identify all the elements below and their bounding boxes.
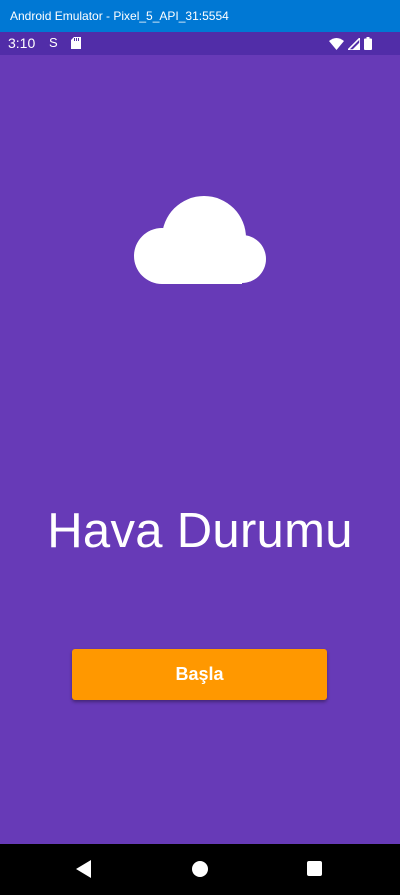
emulator-title-bar: Android Emulator - Pixel_5_API_31:5554 bbox=[0, 0, 400, 32]
window-title: Android Emulator - Pixel_5_API_31:5554 bbox=[10, 9, 229, 23]
signal-icon bbox=[348, 37, 360, 50]
recents-icon[interactable] bbox=[307, 861, 322, 876]
navigation-bar bbox=[0, 844, 400, 895]
app-screen: Hava Durumu Başla bbox=[0, 55, 400, 844]
sd-card-icon bbox=[71, 37, 81, 49]
status-bar: 3:10 S bbox=[0, 32, 400, 55]
battery-icon bbox=[364, 37, 372, 50]
notification-app-icon: S bbox=[49, 35, 58, 50]
start-button[interactable]: Başla bbox=[72, 649, 327, 700]
cloud-icon bbox=[134, 196, 266, 284]
emulator-window: Android Emulator - Pixel_5_API_31:5554 3… bbox=[0, 0, 400, 895]
wifi-icon bbox=[329, 37, 344, 50]
home-icon[interactable] bbox=[192, 861, 208, 877]
app-title: Hava Durumu bbox=[47, 504, 353, 558]
status-time: 3:10 bbox=[8, 35, 36, 51]
back-icon[interactable] bbox=[76, 860, 91, 878]
status-icons bbox=[329, 37, 372, 50]
